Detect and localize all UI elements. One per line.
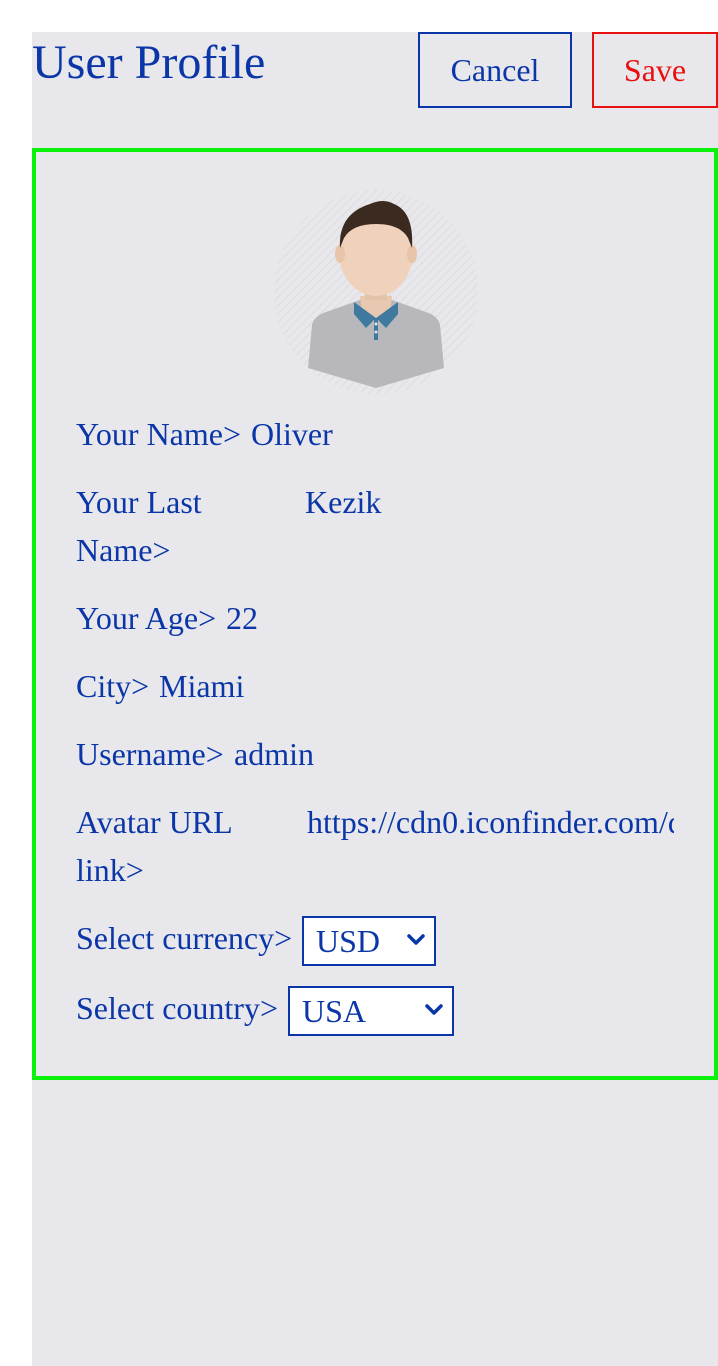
age-value[interactable]: 22 bbox=[226, 594, 258, 642]
username-value[interactable]: admin bbox=[234, 730, 314, 778]
name-value[interactable]: Oliver bbox=[251, 410, 333, 458]
chevron-down-icon bbox=[425, 1004, 443, 1015]
save-button[interactable]: Save bbox=[592, 32, 718, 108]
currency-select[interactable]: USD bbox=[302, 916, 436, 966]
name-label: Your Name> bbox=[76, 416, 242, 452]
country-select[interactable]: USA bbox=[288, 986, 454, 1036]
country-label: Select country> bbox=[76, 990, 278, 1026]
currency-select-value: USD bbox=[316, 923, 381, 959]
city-label: City> bbox=[76, 668, 150, 704]
city-value[interactable]: Miami bbox=[159, 662, 244, 710]
country-select-value: USA bbox=[302, 993, 367, 1029]
currency-label: Select currency> bbox=[76, 920, 293, 956]
cancel-button[interactable]: Cancel bbox=[418, 32, 572, 108]
user-avatar-icon bbox=[274, 190, 478, 394]
chevron-down-icon bbox=[407, 934, 425, 945]
avatar-url-value[interactable]: https://cdn0.iconfinder.com/d bbox=[307, 798, 674, 846]
avatar-url-label: Avatar URL link> bbox=[76, 804, 232, 888]
age-label: Your Age> bbox=[76, 600, 217, 636]
last-name-label: Your Last Name> bbox=[76, 484, 202, 568]
username-label: Username> bbox=[76, 736, 224, 772]
last-name-value[interactable]: Kezik bbox=[305, 478, 381, 526]
page-title: User Profile bbox=[32, 36, 266, 89]
